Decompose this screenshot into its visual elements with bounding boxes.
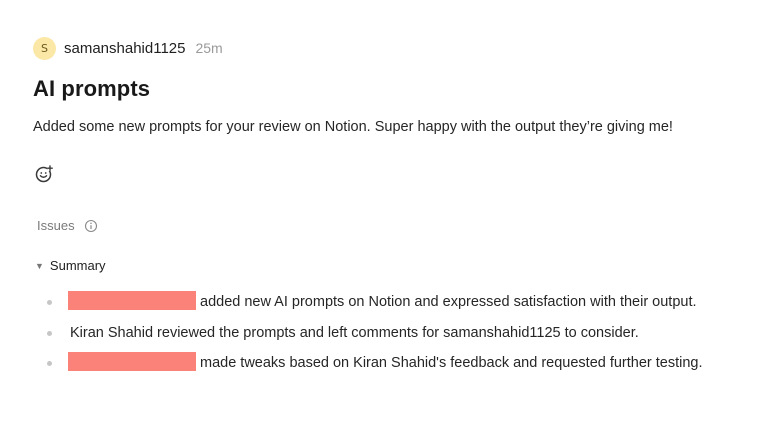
summary-item: Kiran Shahid reviewed the prompts and le… [47, 322, 737, 345]
summary-item-text: added new AI prompts on Notion and expre… [200, 294, 697, 310]
add-reaction-smiley-icon [35, 164, 53, 188]
add-reaction-button[interactable] [34, 164, 54, 188]
bullet-dot [47, 300, 52, 305]
post-timestamp: 25m [195, 40, 223, 56]
summary-label: Summary [49, 258, 106, 273]
bullet-dot [47, 361, 52, 366]
summary-toggle[interactable]: ▼ Summary [35, 258, 106, 273]
summary-item-text: Kiran Shahid reviewed the prompts and le… [70, 324, 639, 341]
issues-label: Issues [37, 218, 75, 233]
summary-item: made tweaks based on Kiran Shahid's feed… [47, 352, 737, 375]
redacted-name-block [68, 291, 196, 310]
bullet-dot [47, 330, 52, 336]
redacted-name-block [68, 352, 196, 371]
caret-down-icon: ▼ [35, 260, 44, 271]
avatar-initial: S [41, 41, 48, 55]
info-icon[interactable] [84, 219, 98, 233]
author-name[interactable]: samanshahid1125 [64, 40, 185, 57]
post-title: AI prompts [33, 76, 151, 101]
post-card: S samanshahid1125 25m AI prompts Added s… [33, 0, 759, 445]
summary-item-text: made tweaks based on Kiran Shahid's feed… [200, 355, 703, 371]
avatar[interactable]: S [33, 36, 56, 60]
summary-list: added new AI prompts on Notion and expre… [47, 291, 737, 383]
issues-row: Issues [37, 218, 98, 233]
post-body: Added some new prompts for your review o… [33, 119, 673, 135]
summary-item: added new AI prompts on Notion and expre… [47, 291, 737, 314]
author-row: S samanshahid1125 25m [33, 36, 223, 60]
